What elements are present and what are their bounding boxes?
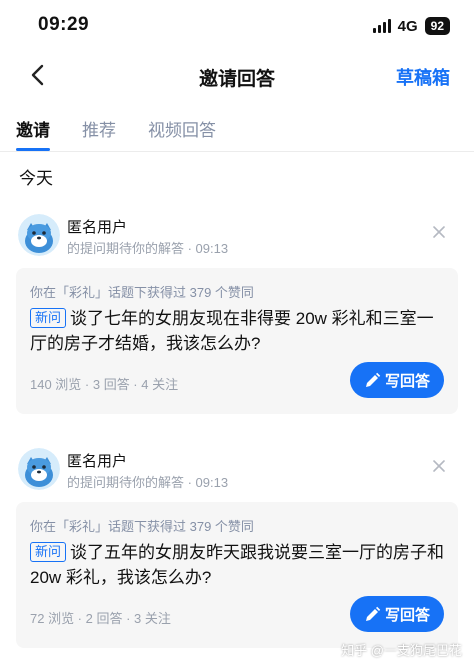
pencil-icon [365,372,381,387]
close-icon[interactable] [432,225,446,239]
invite-meta: 的提问期待你的解答 · 09:13 [67,241,229,256]
topic-note: 你在「彩礼」话题下获得过 379 个赞同 [30,285,254,300]
watermark: 知乎 @一支狗尾巴花 [341,643,462,658]
tab-bar: 邀请 推荐 视频回答 [0,106,474,152]
signal-icon [372,19,391,33]
write-answer-button[interactable]: 写回答 [350,362,444,398]
question-card[interactable]: 你在「彩礼」话题下获得过 379 个赞同 新问 谈了七年的女朋友现在非得要 20w… [16,268,458,414]
user-name[interactable]: 匿名用户 [67,216,127,237]
section-date-header: 今天 [19,169,53,188]
question-title[interactable]: 新问 谈了五年的女朋友昨天跟我说要三室一厅的房子和 20w 彩礼，我该怎么办? [30,540,450,590]
status-time: 09:29 [38,14,90,35]
new-question-badge: 新问 [30,542,67,562]
avatar[interactable] [18,448,60,490]
question-title[interactable]: 新问 谈了七年的女朋友现在非得要 20w 彩礼和三室一厅的房子才结婚，我该怎么办? [30,306,450,356]
network-type: 4G [397,17,418,35]
question-stats: 140 浏览 · 3 回答 · 4 关注 [30,377,179,392]
drafts-button[interactable]: 草稿箱 [396,64,450,90]
tab-invite[interactable]: 邀请 [16,116,50,141]
avatar[interactable] [18,214,60,256]
invite-meta: 的提问期待你的解答 · 09:13 [67,475,229,490]
active-tab-indicator [16,148,50,151]
pencil-icon [365,606,381,621]
battery-icon: 92 [424,17,450,35]
question-text: 谈了七年的女朋友现在非得要 20w 彩礼和三室一厅的房子才结婚，我该怎么办? [30,309,434,353]
question-stats: 72 浏览 · 2 回答 · 3 关注 [30,611,171,626]
status-indicators: 4G 92 [372,16,450,36]
write-answer-button[interactable]: 写回答 [350,596,444,632]
write-answer-label: 写回答 [384,372,430,390]
close-icon[interactable] [432,459,446,473]
topic-note: 你在「彩礼」话题下获得过 379 个赞同 [30,519,254,534]
question-card[interactable]: 你在「彩礼」话题下获得过 379 个赞同 新问 谈了五年的女朋友昨天跟我说要三室一… [16,502,458,648]
user-name[interactable]: 匿名用户 [67,450,127,471]
new-question-badge: 新问 [30,308,67,328]
status-bar: 09:29 4G 92 [0,0,474,52]
write-answer-label: 写回答 [384,606,430,624]
tab-video-answer[interactable]: 视频回答 [148,116,216,141]
nav-bar: 邀请回答 草稿箱 [0,52,474,98]
tab-recommend[interactable]: 推荐 [82,116,116,141]
question-text: 谈了五年的女朋友昨天跟我说要三室一厅的房子和 20w 彩礼，我该怎么办? [30,543,445,587]
